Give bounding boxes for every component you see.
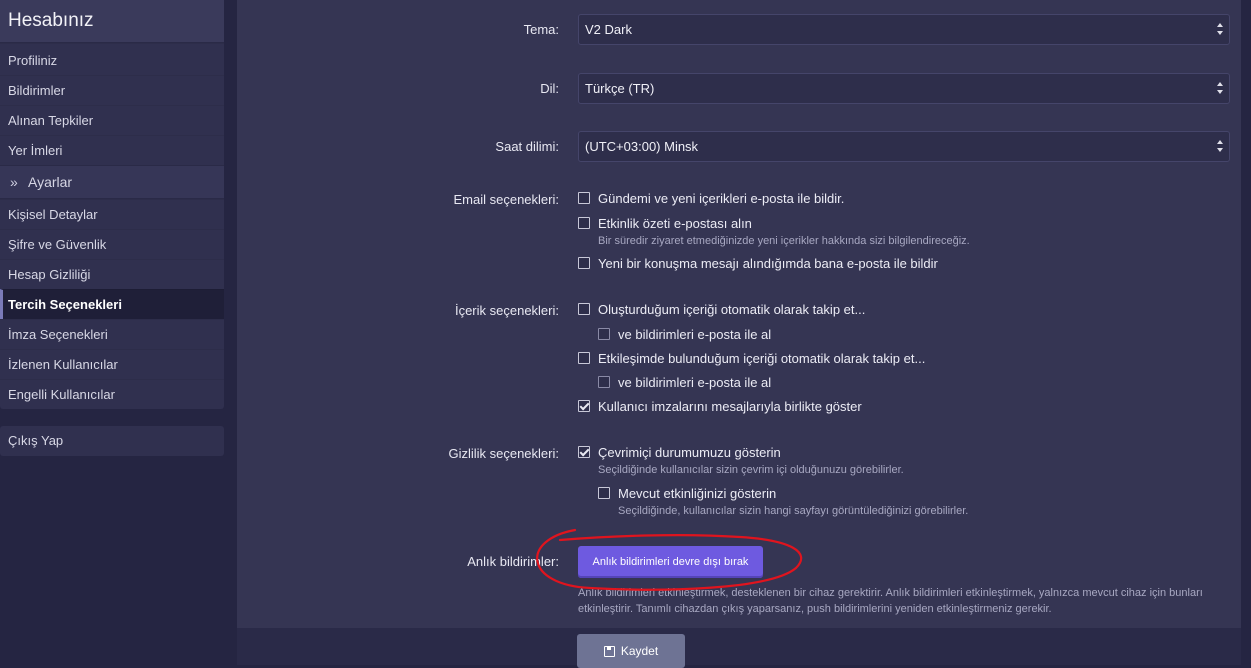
email-options-label: Email seçenekleri: (453, 192, 560, 207)
sidebar-item-password-security[interactable]: Şifre ve Güvenlik (0, 229, 224, 259)
sidebar-item-signature[interactable]: İmza Seçenekleri (0, 319, 224, 349)
theme-label: Tema: (523, 22, 559, 37)
content-options-label: İçerik seçenekleri: (454, 303, 559, 318)
checkbox-checked[interactable] (578, 446, 590, 458)
sidebar-item-reactions[interactable]: Alınan Tepkiler (0, 105, 224, 135)
select-arrows-icon (1217, 82, 1223, 94)
content-opt-watch-interacted-email[interactable]: ve bildirimleri e-posta ile al (598, 375, 771, 390)
email-opt-trending[interactable]: Gündemi ve yeni içerikleri e-posta ile b… (578, 191, 844, 206)
privacy-opt-online-status[interactable]: Çevrimiçi durumumuzu gösterin (578, 445, 781, 460)
checkbox[interactable] (598, 328, 610, 340)
email-opt-conversation[interactable]: Yeni bir konuşma mesajı alındığımda bana… (578, 256, 938, 271)
form-submit-bar (237, 628, 1241, 665)
language-value: Türkçe (TR) (585, 81, 655, 96)
logout-link[interactable]: Çıkış Yap (0, 426, 224, 456)
sidebar-item-preferences[interactable]: Tercih Seçenekleri (0, 289, 224, 319)
checkbox[interactable] (598, 376, 610, 388)
content-opt-watch-interacted[interactable]: Etkileşimde bulunduğum içeriği otomatik … (578, 351, 925, 366)
checkbox[interactable] (578, 192, 590, 204)
checkbox[interactable] (578, 303, 590, 315)
checkbox-checked[interactable] (578, 400, 590, 412)
account-nav: Hesabınız Profiliniz Bildirimler Alınan … (0, 0, 224, 409)
double-chevron-right-icon: » (10, 174, 18, 190)
save-button[interactable]: Kaydet (577, 634, 685, 668)
sidebar-item-bookmarks[interactable]: Yer İmleri (0, 135, 224, 165)
disable-push-button[interactable]: Anlık bildirimleri devre dışı bırak (578, 546, 763, 578)
content-opt-show-signatures[interactable]: Kullanıcı imzalarını mesajlarıyla birlik… (578, 399, 862, 414)
timezone-label: Saat dilimi: (495, 139, 559, 154)
privacy-opt-activity[interactable]: Mevcut etkinliğinizi gösterin (598, 486, 776, 501)
email-digest-hint: Bir süredir ziyaret etmediğinizde yeni i… (598, 235, 970, 247)
account-title: Hesabınız (0, 0, 224, 43)
language-select[interactable]: Türkçe (TR) (578, 73, 1230, 104)
sidebar-item-following[interactable]: İzlenen Kullanıcılar (0, 349, 224, 379)
checkbox[interactable] (578, 257, 590, 269)
checkbox[interactable] (578, 217, 590, 229)
push-description: Anlık bildirimleri etkinleştirmek, deste… (578, 587, 1203, 615)
checkbox[interactable] (598, 487, 610, 499)
sidebar-item-account-privacy[interactable]: Hesap Gizliliği (0, 259, 224, 289)
preferences-form: Tema: V2 Dark Dil: Türkçe (TR) Saat dili… (237, 0, 1241, 628)
sidebar: Hesabınız Profiliniz Bildirimler Alınan … (0, 0, 224, 456)
timezone-value: (UTC+03:00) Minsk (585, 139, 699, 154)
select-arrows-icon (1217, 140, 1223, 152)
email-opt-digest[interactable]: Etkinlik özeti e-postası alın (578, 216, 752, 231)
privacy-activity-hint: Seçildiğinde, kullanıcılar sizin hangi s… (618, 505, 969, 517)
sidebar-item-personal-details[interactable]: Kişisel Detaylar (0, 199, 224, 229)
theme-value: V2 Dark (585, 22, 632, 37)
settings-section-label: Ayarlar (28, 174, 73, 190)
settings-section: » Ayarlar (0, 165, 224, 199)
sidebar-item-ignored[interactable]: Engelli Kullanıcılar (0, 379, 224, 409)
timezone-select[interactable]: (UTC+03:00) Minsk (578, 131, 1230, 162)
privacy-options-label: Gizlilik seçenekleri: (448, 446, 559, 461)
select-arrows-icon (1217, 23, 1223, 35)
checkbox[interactable] (578, 352, 590, 364)
privacy-online-hint: Seçildiğinde kullanıcılar sizin çevrim i… (598, 464, 904, 476)
sidebar-item-profile[interactable]: Profiliniz (0, 43, 224, 75)
content-opt-watch-created[interactable]: Oluşturduğum içeriği otomatik olarak tak… (578, 302, 865, 317)
save-icon (603, 646, 615, 657)
push-label: Anlık bildirimler: (467, 554, 559, 569)
sidebar-item-notifications[interactable]: Bildirimler (0, 75, 224, 105)
content-opt-watch-created-email[interactable]: ve bildirimleri e-posta ile al (598, 327, 771, 342)
language-label: Dil: (540, 81, 559, 96)
theme-select[interactable]: V2 Dark (578, 14, 1230, 45)
